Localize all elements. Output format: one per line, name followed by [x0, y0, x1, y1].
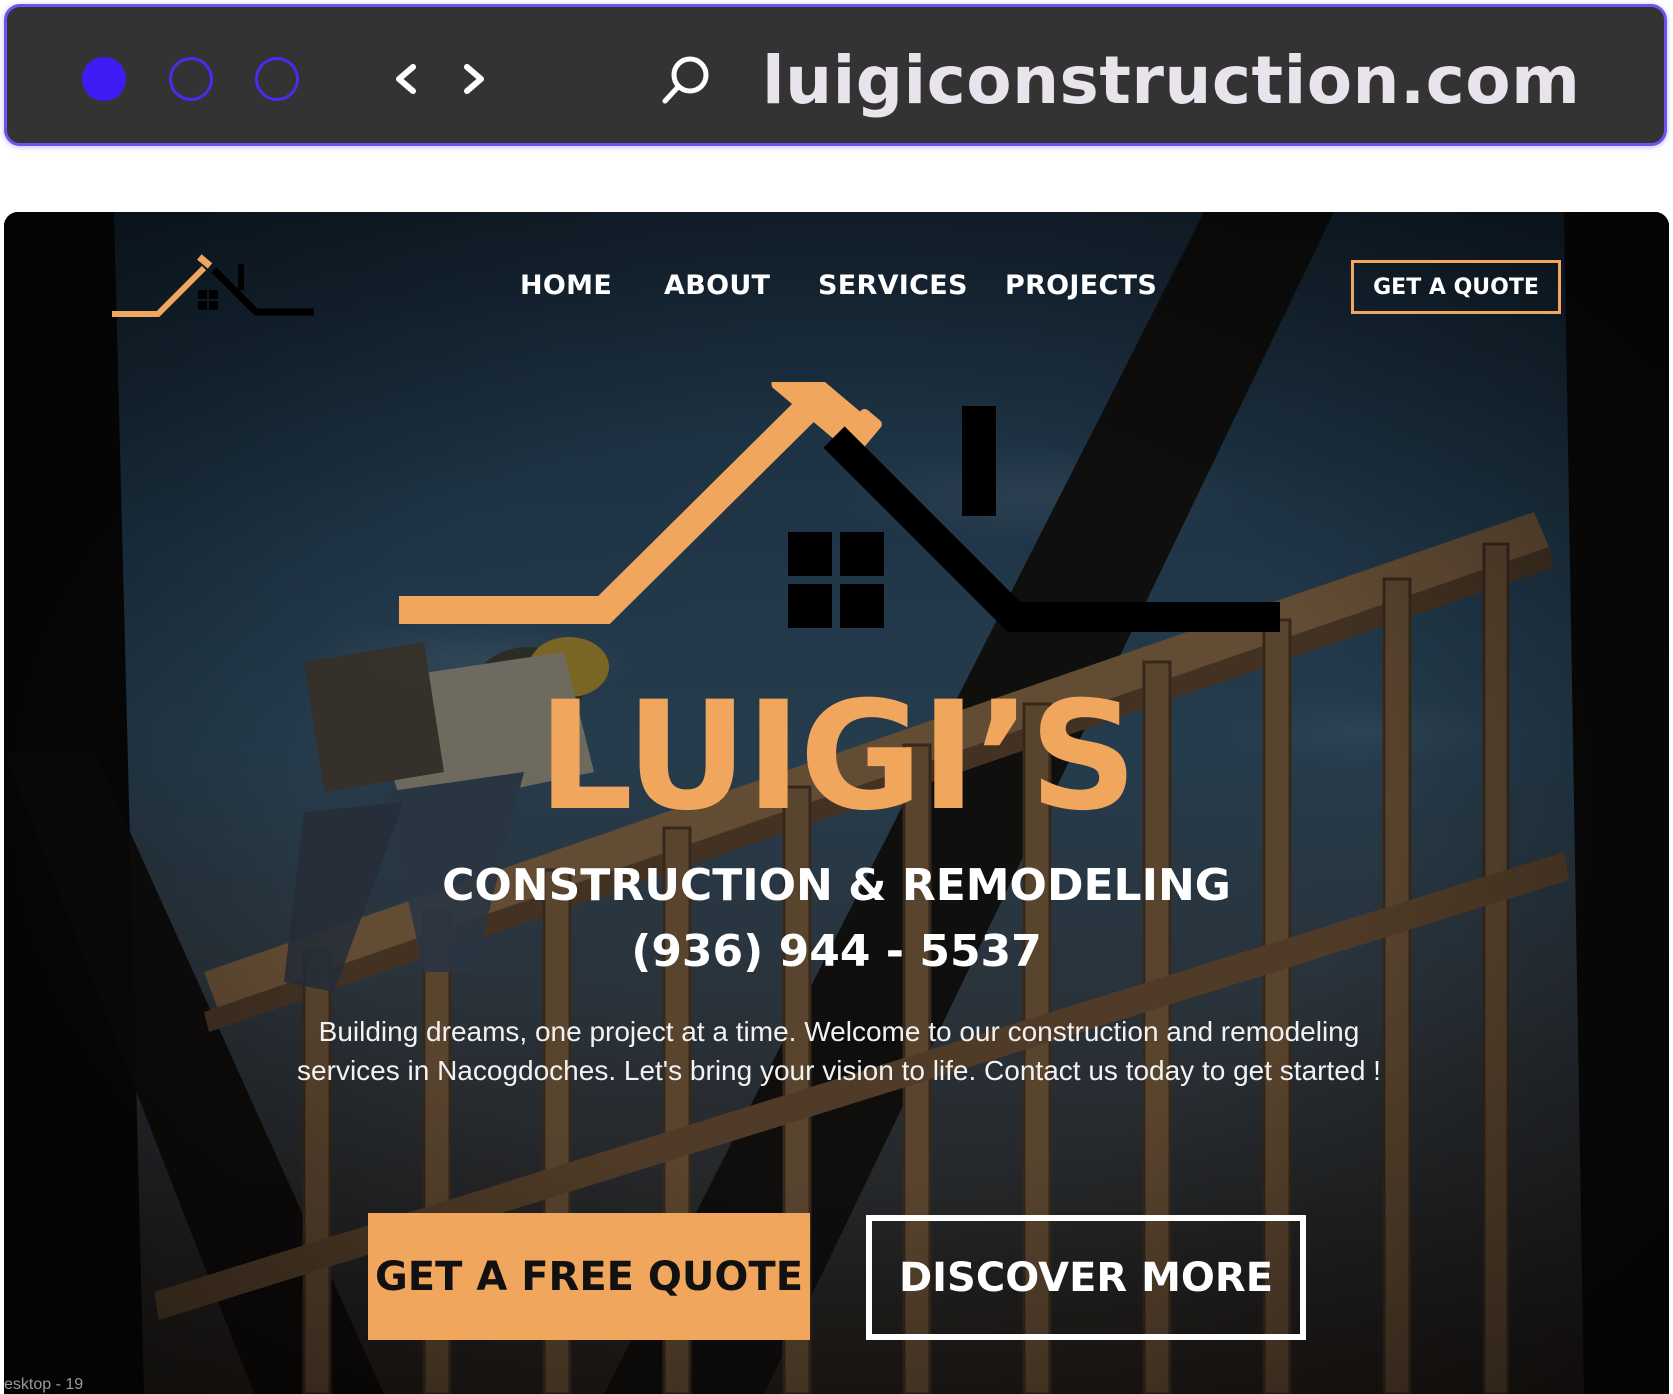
get-free-quote-button[interactable]: GET A FREE QUOTE [368, 1213, 810, 1340]
window-maximize-dot[interactable] [255, 57, 299, 101]
nav-services[interactable]: SERVICES [818, 270, 968, 301]
website-hero: HOME ABOUT SERVICES PROJECTS GET A QUOTE… [4, 212, 1669, 1394]
nav-projects[interactable]: PROJECTS [1005, 270, 1157, 301]
phone-number[interactable]: (936) 944 - 5537 [4, 926, 1669, 977]
browser-bar: luigiconstruction.com [4, 4, 1667, 146]
get-a-quote-button[interactable]: GET A QUOTE [1351, 260, 1561, 314]
brand-logo-icon [399, 382, 1280, 632]
hero-intro-text: Building dreams, one project at a time. … [297, 1016, 1381, 1086]
nav-home[interactable]: HOME [520, 270, 612, 301]
chevron-left-icon[interactable] [387, 59, 427, 99]
brand-tagline: CONSTRUCTION & REMODELING [442, 860, 1231, 911]
window-minimize-dot[interactable] [169, 57, 213, 101]
discover-more-button[interactable]: DISCOVER MORE [866, 1215, 1306, 1340]
brand-name: LUIGI’S [537, 670, 1138, 844]
frame-label: esktop - 19 [4, 1376, 84, 1393]
window-close-dot[interactable] [82, 57, 126, 101]
nav-about[interactable]: ABOUT [664, 270, 770, 301]
search-icon[interactable] [659, 53, 713, 107]
chevron-right-icon[interactable] [453, 59, 493, 99]
address-bar-url[interactable]: luigiconstruction.com [762, 41, 1580, 121]
